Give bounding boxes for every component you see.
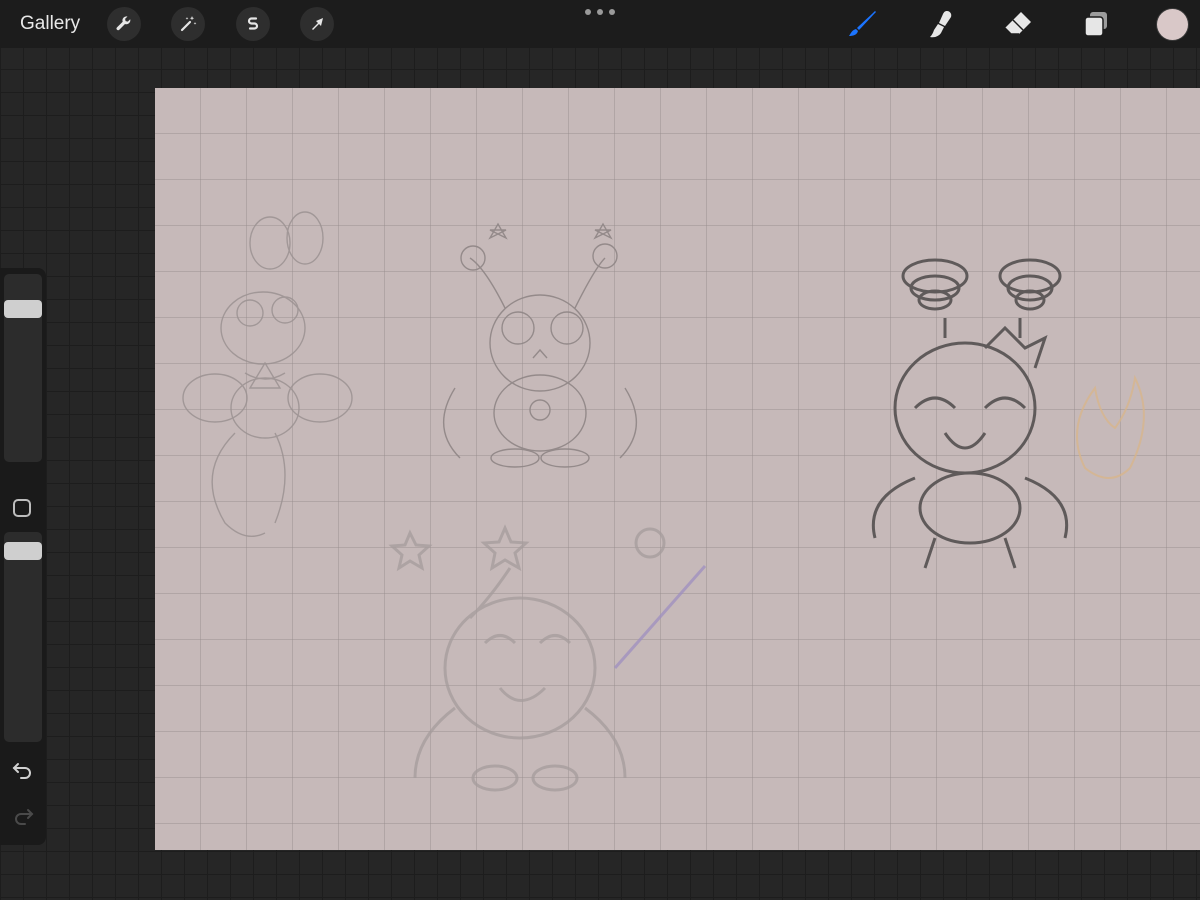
more-options-button[interactable] [585,6,615,18]
color-picker-button[interactable] [1157,9,1188,40]
transform-arrow-icon [312,18,323,30]
smudge-tool-button[interactable] [922,8,956,40]
selection-s-icon [247,17,259,30]
opacity-slider[interactable] [4,532,42,742]
layers-icon [1084,12,1107,37]
sketch-character-1 [182,211,353,537]
drawing-canvas[interactable] [155,88,1200,850]
sketch-artwork [182,211,1145,792]
redo-button[interactable] [11,806,35,826]
left-sidebar [0,268,46,845]
sketch-character-3 [388,524,707,792]
brush-size-thumb[interactable] [4,300,42,318]
dot [597,9,603,15]
magic-wand-icon [180,16,197,32]
gallery-button[interactable]: Gallery [20,12,80,36]
brush-size-slider[interactable] [4,274,42,462]
transform-button[interactable] [300,7,334,41]
adjustments-button[interactable] [171,7,205,41]
selection-button[interactable] [236,7,270,41]
flame-sketch [1076,374,1145,479]
actions-button[interactable] [107,7,141,41]
undo-button[interactable] [11,760,35,780]
top-toolbar: Gallery [0,0,1200,48]
sketch-character-2 [443,222,637,468]
redo-icon [15,809,34,825]
wrench-icon [116,16,131,31]
eraser-tool-button[interactable] [1001,8,1035,40]
dot [585,9,591,15]
layers-button[interactable] [1079,8,1113,40]
modify-square-icon[interactable] [13,499,31,517]
opacity-thumb[interactable] [4,542,42,560]
undo-icon [12,763,31,779]
eraser-icon [1004,12,1031,35]
smudge-icon [930,11,952,38]
brush-icon [849,11,876,36]
sketch-character-4 [871,258,1069,569]
brush-tool-button[interactable] [845,8,879,40]
dot [609,9,615,15]
